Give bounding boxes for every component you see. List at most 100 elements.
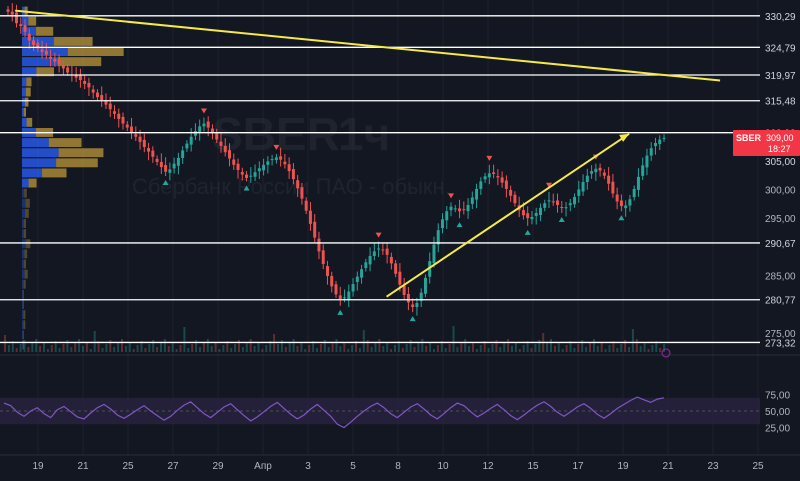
candle-body [27, 33, 31, 41]
volume-bar [93, 331, 96, 352]
candle-body [198, 126, 202, 134]
time-axis-label: 19 [32, 461, 44, 472]
volume-bar [503, 343, 506, 352]
candle-body [406, 293, 410, 303]
candle-body [398, 271, 402, 285]
candle-body [228, 150, 231, 159]
candle-body [611, 181, 615, 194]
volume-bar [534, 344, 537, 352]
profile-bar-blue [22, 138, 49, 148]
candle-body [641, 165, 645, 176]
time-axis-label: 23 [707, 461, 719, 472]
candle-body [530, 216, 534, 220]
candle-body [257, 168, 261, 172]
volume-bar [35, 339, 38, 352]
volume-bar [647, 349, 650, 352]
level-label: 319,97 [765, 71, 796, 82]
volume-bar [592, 339, 595, 352]
volume-bar [175, 349, 178, 352]
profile-bar-gold [25, 198, 30, 208]
profile-bar-gold [25, 239, 31, 249]
volume-bar [230, 348, 233, 352]
volume-bar [421, 339, 424, 352]
volume-bar [308, 345, 311, 352]
time-axis-label: 21 [77, 461, 89, 472]
volume-bar [444, 348, 447, 352]
volume-bar [550, 339, 552, 352]
candle-body [117, 113, 121, 119]
candle-body [168, 169, 172, 173]
chart-svg[interactable]: SBER 1ч Сбербанк России ПАО - обыкн. 330… [0, 0, 800, 476]
profile-bar-blue [22, 239, 26, 249]
volume-bar [101, 348, 104, 352]
candle-body [347, 291, 351, 300]
volume-bar [292, 339, 295, 352]
volume-bar [327, 347, 330, 352]
candle-body [219, 141, 223, 146]
price-scale[interactable]: 330,29324,79319,97315,48309,90305,00290,… [760, 0, 800, 351]
level-label: 330,29 [765, 12, 796, 23]
time-axis-label: 3 [305, 461, 311, 472]
candle-body [57, 59, 61, 64]
candle-body [223, 145, 227, 153]
candle-body [479, 181, 483, 189]
candle-body [377, 248, 381, 250]
candle-body [598, 167, 602, 171]
volume-bar [89, 349, 92, 352]
volume-bar [479, 345, 482, 352]
time-axis-label: 8 [395, 461, 401, 472]
volume-bar [561, 349, 564, 352]
profile-bar-gold [26, 117, 33, 127]
profile-bar-blue [22, 259, 24, 269]
candle-body [32, 40, 36, 45]
watermark-instrument-name: Сбербанк России ПАО - обыкн. [132, 174, 451, 199]
candle-body [466, 204, 470, 212]
volume-bar [499, 347, 502, 352]
volume-bar [616, 348, 619, 352]
candle-body [240, 172, 244, 175]
volume-bar [507, 339, 510, 352]
candle-body [44, 50, 48, 55]
candle-body [10, 11, 14, 15]
candle-body [270, 159, 274, 161]
candle-body [236, 163, 240, 170]
last-price-value: 309,00 [766, 133, 794, 143]
rsi-tick-label: 75,00 [765, 391, 790, 402]
profile-bar-gold [56, 158, 98, 168]
candle-body [573, 196, 577, 205]
last-price-symbol: SBER [736, 133, 762, 143]
volume-bar [608, 345, 611, 352]
candle-body [645, 155, 649, 168]
volume-bar [401, 348, 404, 352]
candle-body [619, 200, 623, 207]
candle-body [521, 210, 525, 216]
time-axis-label: 29 [212, 461, 224, 472]
volume-bar [4, 335, 6, 352]
volume-bar [343, 342, 346, 352]
volume-bar [319, 344, 322, 352]
volume-bar [456, 347, 459, 352]
volume-bar [351, 345, 354, 352]
candle-body [338, 295, 342, 299]
volume-bar [39, 346, 42, 352]
candle-body [458, 208, 462, 212]
profile-bar-blue [22, 148, 59, 158]
volume-bar [163, 339, 166, 352]
candle-body [151, 150, 155, 157]
volume-bar [50, 345, 53, 352]
volume-bar [464, 339, 467, 352]
volume-bar [546, 343, 549, 352]
volume-bar [331, 343, 334, 352]
volume-bar [472, 342, 474, 352]
volume-bar [436, 345, 439, 352]
time-axis-label: 19 [617, 461, 629, 472]
candle-body [308, 210, 312, 224]
volume-bar [557, 342, 560, 352]
profile-bar-gold [58, 148, 104, 158]
candle-body [330, 276, 334, 287]
tradingview-chart[interactable]: SBER 1ч Сбербанк России ПАО - обыкн. 330… [0, 0, 800, 476]
profile-bar-blue [22, 168, 43, 178]
profile-bar-blue [22, 300, 23, 309]
profile-bar-gold [24, 97, 29, 107]
candle-body [389, 256, 393, 264]
